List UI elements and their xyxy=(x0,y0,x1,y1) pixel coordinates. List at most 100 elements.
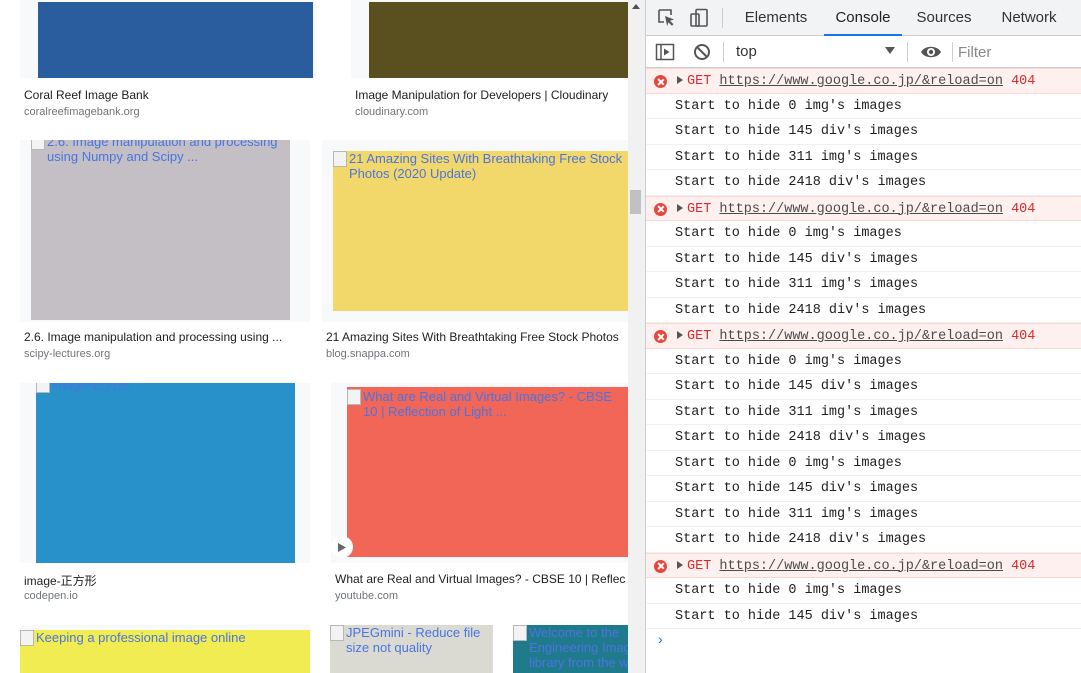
request-url-link[interactable]: https://www.google.co.jp/&reload=on xyxy=(719,329,1003,344)
result-card[interactable]: Keeping a professional image online xyxy=(20,625,310,673)
context-selector[interactable]: top xyxy=(724,40,904,64)
page-scrollbar[interactable] xyxy=(628,0,645,673)
log-text: Start to hide 145 div's images xyxy=(675,608,919,624)
toolbar-divider xyxy=(907,42,908,62)
log-text: Start to hide 0 img's images xyxy=(675,353,902,369)
result-title[interactable]: 2.6. Image manipulation and processing u… xyxy=(24,330,308,344)
scrollbar-thumb[interactable] xyxy=(630,190,641,214)
request-url-link[interactable]: https://www.google.co.jp/&reload=on xyxy=(719,74,1003,89)
result-source[interactable]: codepen.io xyxy=(24,590,78,602)
devtools-tab-bar: Elements Console Sources Network xyxy=(646,0,1081,36)
result-title[interactable]: What are Real and Virtual Images? - CBSE… xyxy=(335,572,628,586)
alt-text: image-正方形 xyxy=(52,383,131,392)
result-thumbnail-frame[interactable]: 21 Amazing Sites With Breathtaking Free … xyxy=(322,140,628,322)
result-source[interactable]: youtube.com xyxy=(335,590,398,602)
scroll-up-arrow-icon[interactable] xyxy=(632,4,640,9)
expand-triangle-icon[interactable] xyxy=(677,331,683,339)
request-url-link[interactable]: https://www.google.co.jp/&reload=on xyxy=(719,559,1003,574)
dropdown-arrow-icon[interactable] xyxy=(885,47,895,54)
console-log-message: Start to hide 145 div's images xyxy=(646,247,1081,272)
console-log-message: Start to hide 145 div's images xyxy=(646,476,1081,502)
devtools-panel: Elements Console Sources Network top GET… xyxy=(645,0,1081,673)
log-text: Start to hide 0 img's images xyxy=(675,583,902,598)
broken-image-alt-text: Keeping a professional image online xyxy=(20,630,310,646)
result-thumbnail[interactable] xyxy=(31,140,290,320)
result-thumbnail-frame[interactable]: Keeping a professional image online xyxy=(20,625,310,673)
result-card[interactable]: 21 Amazing Sites With Breathtaking Free … xyxy=(322,140,628,362)
console-filter-input[interactable] xyxy=(958,41,1081,63)
error-icon xyxy=(654,202,667,216)
log-text: Start to hide 311 img's images xyxy=(675,506,919,522)
status-code: 404 xyxy=(1011,558,1036,574)
console-log-message: Start to hide 0 img's images xyxy=(646,578,1081,604)
result-thumbnail[interactable] xyxy=(38,2,313,78)
console-log-message: Start to hide 0 img's images xyxy=(646,94,1081,119)
status-code: 404 xyxy=(1011,329,1036,344)
alt-text: 21 Amazing Sites With Breathtaking Free … xyxy=(349,151,623,181)
console-error-message: GET https://www.google.co.jp/&reload=on … xyxy=(646,552,1081,578)
alt-text: Welcome to the Engineering Image library… xyxy=(529,625,628,670)
live-expression-eye-icon[interactable] xyxy=(920,42,942,62)
result-source[interactable]: coralreefimagebank.org xyxy=(24,106,140,118)
result-card[interactable]: 2.6. Image manipulation and processing u… xyxy=(20,140,310,362)
toolbar-divider xyxy=(722,8,723,28)
broken-image-icon xyxy=(36,383,50,393)
console-log-message: Start to hide 311 img's images xyxy=(646,145,1081,170)
tab-elements[interactable]: Elements xyxy=(732,0,820,36)
log-text: Start to hide 2418 div's images xyxy=(675,302,927,318)
status-code: 404 xyxy=(1011,201,1036,217)
result-card[interactable]: Welcome to the Engineering Image library… xyxy=(513,625,628,673)
result-card[interactable]: JPEGmini - Reduce file size not quality xyxy=(330,625,493,673)
log-text: Start to hide 145 div's images xyxy=(675,481,919,496)
result-thumbnail-frame[interactable]: 2.6. Image manipulation and processing u… xyxy=(20,140,310,322)
result-thumbnail[interactable] xyxy=(369,2,628,78)
request-url-link[interactable]: https://www.google.co.jp/&reload=on xyxy=(719,202,1003,217)
alt-text: Keeping a professional image online xyxy=(36,630,246,645)
result-title[interactable]: Coral Reef Image Bank xyxy=(24,88,314,102)
console-log-message: Start to hide 2418 div's images xyxy=(646,170,1081,196)
console-log-message: Start to hide 0 img's images xyxy=(646,221,1081,247)
video-play-button[interactable] xyxy=(331,536,353,558)
result-title[interactable]: 21 Amazing Sites With Breathtaking Free … xyxy=(326,330,628,344)
result-source[interactable]: blog.snappa.com xyxy=(326,348,410,360)
result-thumbnail-frame[interactable]: JPEGmini - Reduce file size not quality xyxy=(330,625,493,673)
log-text: Start to hide 2418 div's images xyxy=(675,430,927,445)
result-thumbnail-frame[interactable]: image-正方形 xyxy=(20,383,310,563)
result-title[interactable]: Image Manipulation for Developers | Clou… xyxy=(355,88,628,102)
expand-triangle-icon[interactable] xyxy=(677,560,683,569)
show-sidebar-icon[interactable] xyxy=(655,42,675,62)
result-source[interactable]: cloudinary.com xyxy=(355,106,428,118)
tab-sources[interactable]: Sources xyxy=(908,0,980,36)
result-thumbnail-frame[interactable]: What are Real and Virtual Images? - CBSE… xyxy=(331,383,628,563)
result-source[interactable]: scipy-lectures.org xyxy=(24,348,110,360)
expand-triangle-icon[interactable] xyxy=(677,76,683,84)
error-icon xyxy=(654,559,667,573)
result-title[interactable]: image-正方形 xyxy=(24,572,308,589)
alt-text: 2.6. Image manipulation and processing u… xyxy=(47,140,278,164)
inspect-element-icon[interactable] xyxy=(657,8,677,28)
result-card[interactable]: Coral Reef Image Bank coralreefimagebank… xyxy=(20,0,316,120)
console-prompt[interactable]: › xyxy=(646,629,1081,653)
result-card[interactable]: image-正方形 image-正方形 codepen.io xyxy=(20,383,310,605)
result-thumbnail[interactable] xyxy=(36,383,295,563)
request-method: GET xyxy=(687,329,712,344)
result-thumbnail-frame[interactable] xyxy=(351,0,628,78)
broken-image-icon xyxy=(20,630,34,646)
result-card[interactable]: Image Manipulation for Developers | Clou… xyxy=(351,0,628,120)
clear-console-icon[interactable] xyxy=(692,42,712,62)
result-thumbnail-frame[interactable] xyxy=(20,0,316,78)
broken-image-alt-text: JPEGmini - Reduce file size not quality xyxy=(330,625,493,655)
console-log-message: Start to hide 311 img's images xyxy=(646,502,1081,527)
tab-network[interactable]: Network xyxy=(992,0,1066,36)
tab-console[interactable]: Console xyxy=(824,0,902,36)
result-thumbnail-frame[interactable]: Welcome to the Engineering Image library… xyxy=(513,625,628,673)
broken-image-alt-text: image-正方形 xyxy=(36,383,295,393)
broken-image-icon xyxy=(333,151,347,167)
log-text: Start to hide 145 div's images xyxy=(675,124,919,139)
console-toolbar: top xyxy=(646,36,1081,68)
console-log-message: Start to hide 311 img's images xyxy=(646,272,1081,298)
device-toolbar-icon[interactable] xyxy=(689,8,709,28)
result-card[interactable]: What are Real and Virtual Images? - CBSE… xyxy=(331,383,628,605)
expand-triangle-icon[interactable] xyxy=(677,203,683,212)
status-code: 404 xyxy=(1011,74,1036,89)
